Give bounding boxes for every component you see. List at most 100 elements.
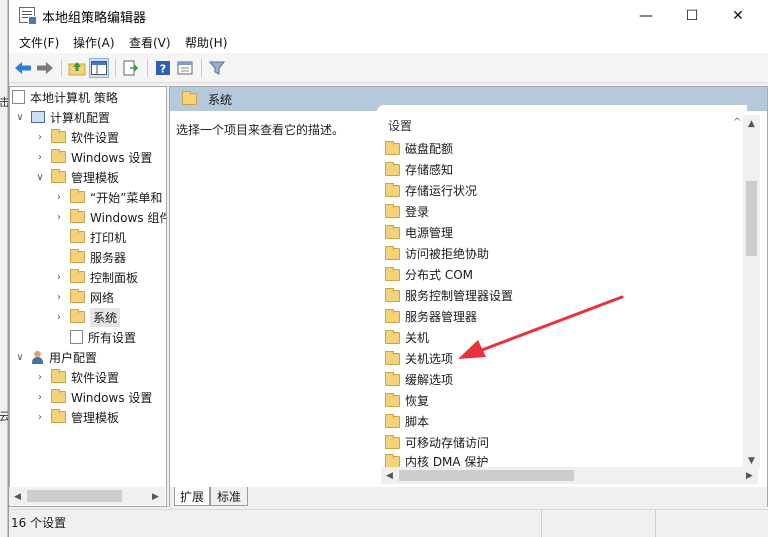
list-item[interactable]: 分布式 COM [385, 264, 473, 285]
list-item-label: 访问被拒绝协助 [405, 247, 490, 261]
scroll-right-icon[interactable]: ▶ [741, 467, 758, 484]
tree-item-label: 服务器 [90, 250, 127, 265]
toolbar-separator [147, 59, 148, 77]
tree-item-label: 用户配置 [49, 350, 98, 365]
scroll-right-icon[interactable]: ▶ [147, 488, 164, 505]
up-folder-icon[interactable] [67, 58, 87, 78]
chevron-right-icon[interactable]: › [34, 132, 46, 143]
help-icon[interactable]: ? [153, 58, 173, 78]
tab-standard[interactable]: 标准 [210, 487, 248, 506]
list-item[interactable]: 可移动存储访问 [385, 432, 489, 453]
list-vertical-scrollbar[interactable]: ▲ ▼ [743, 115, 760, 469]
chevron-right-icon[interactable]: › [53, 292, 65, 303]
list-item[interactable]: 脚本 [385, 411, 429, 432]
export-list-icon[interactable] [121, 58, 141, 78]
folder-icon [385, 161, 400, 176]
tree-item-printers[interactable]: 打印机 [53, 227, 126, 247]
status-divider [655, 510, 656, 537]
list-item[interactable]: 磁盘配额 [385, 138, 453, 159]
list-item[interactable]: 关机 [385, 327, 429, 348]
list-item-label: 可移动存储访问 [405, 436, 490, 450]
chevron-right-icon[interactable]: › [53, 192, 65, 203]
tree-item-network[interactable]: › 网络 [53, 287, 114, 307]
tab-extended[interactable]: 扩展 [174, 487, 210, 506]
menu-file[interactable]: 文件(F) [19, 34, 59, 51]
menu-view[interactable]: 查看(V) [129, 34, 171, 51]
column-header-setting[interactable]: 设置 [388, 117, 412, 134]
chevron-down-icon[interactable]: ∨ [14, 352, 26, 363]
folder-icon [385, 392, 400, 407]
chevron-right-icon[interactable]: › [34, 152, 46, 163]
scroll-left-icon[interactable]: ◀ [381, 467, 398, 484]
list-item[interactable]: 访问被拒绝协助 [385, 243, 489, 264]
background-window-edge: 击 云 [0, 0, 10, 537]
view-tabs: 扩展 标准 [170, 487, 767, 507]
list-item[interactable]: 内核 DMA 保护 [385, 453, 488, 467]
list-item[interactable]: 恢复 [385, 390, 429, 411]
tree-item-computer-config[interactable]: ∨ 计算机配置 [14, 107, 110, 127]
scrollbar-thumb[interactable] [746, 181, 757, 256]
folder-icon [51, 389, 66, 403]
folder-icon [51, 129, 66, 143]
scroll-up-icon[interactable]: ▲ [743, 115, 760, 132]
scrollbar-thumb[interactable] [27, 490, 122, 502]
title-bar[interactable]: 本地组策略编辑器 — ☐ ✕ [9, 0, 768, 31]
tree-item-windows-settings[interactable]: › Windows 设置 [34, 147, 152, 167]
menu-help[interactable]: 帮助(H) [185, 34, 227, 51]
folder-icon [51, 169, 66, 183]
tree-item-system[interactable]: › 系统 [53, 307, 121, 327]
list-item-label: 关机选项 [405, 352, 454, 366]
list-item[interactable]: 登录 [385, 201, 429, 222]
chevron-right-icon[interactable]: › [53, 212, 65, 223]
filter-icon[interactable] [207, 58, 227, 78]
tree-item-server[interactable]: 服务器 [53, 247, 126, 267]
list-item[interactable]: 缓解选项 [385, 369, 453, 390]
minimize-button[interactable]: — [623, 0, 669, 31]
tree-item-label: 打印机 [90, 230, 127, 245]
chevron-right-icon[interactable]: › [53, 272, 65, 283]
tree-horizontal-scrollbar[interactable]: ◀ ▶ [9, 487, 165, 505]
tree-item-control-panel[interactable]: › 控制面板 [53, 267, 138, 287]
forward-icon[interactable] [35, 58, 55, 78]
list-item-label: 缓解选项 [405, 373, 454, 387]
chevron-right-icon[interactable]: › [34, 392, 46, 403]
tree-item-user-admin-templates[interactable]: › 管理模板 [34, 407, 119, 427]
folder-icon [385, 245, 400, 260]
tree-item-all-settings[interactable]: 所有设置 [53, 327, 136, 347]
list-item[interactable]: 电源管理 [385, 222, 453, 243]
properties-icon[interactable] [175, 58, 195, 78]
scrollbar-thumb[interactable] [399, 470, 574, 481]
tree-item-local-computer-policy[interactable]: 本地计算机 策略 [12, 87, 118, 107]
tree-item-software-settings[interactable]: › 软件设置 [34, 127, 119, 147]
tree-item-start-menu[interactable]: › “开始”菜单和 [53, 187, 162, 207]
list-item[interactable]: 服务器管理器 [385, 306, 477, 327]
list-item[interactable]: 存储运行状况 [385, 180, 477, 201]
navigation-tree: 本地计算机 策略 ∨ 计算机配置 › 软件设置 › Windows 设置 ∨ 管… [9, 86, 167, 507]
tree-item-label: 计算机配置 [50, 110, 111, 125]
close-button[interactable]: ✕ [715, 0, 761, 31]
chevron-right-icon[interactable]: › [34, 372, 46, 383]
scroll-left-icon[interactable]: ◀ [9, 488, 26, 505]
tree-item-user-config[interactable]: ∨ 用户配置 [14, 347, 97, 367]
show-hide-tree-icon[interactable] [89, 58, 109, 78]
chevron-right-icon[interactable]: › [53, 312, 65, 323]
chevron-down-icon[interactable]: ∨ [34, 172, 46, 183]
chevron-right-icon[interactable]: › [34, 412, 46, 423]
maximize-button[interactable]: ☐ [669, 0, 715, 31]
tree-item-windows-components[interactable]: › Windows 组件 [53, 207, 166, 227]
list-item[interactable]: 存储感知 [385, 159, 453, 180]
menu-action[interactable]: 操作(A) [73, 34, 115, 51]
list-horizontal-scrollbar[interactable]: ◀ ▶ [381, 467, 758, 484]
tree-item-admin-templates[interactable]: ∨ 管理模板 [34, 167, 119, 187]
back-icon[interactable] [13, 58, 33, 78]
tree-item-label: 网络 [90, 290, 115, 305]
settings-list: 设置 ^ 磁盘配额 存储感知 存储运行状况 登录 电源管理 访问被拒绝协助 分布… [377, 105, 747, 483]
tree-item-label: Windows 设置 [71, 150, 153, 165]
chevron-down-icon[interactable]: ∨ [14, 112, 26, 123]
tree-item-user-software-settings[interactable]: › 软件设置 [34, 367, 119, 387]
sort-caret-icon: ^ [733, 117, 742, 128]
list-item[interactable]: 服务控制管理器设置 [385, 285, 513, 306]
list-item-shutdown-options[interactable]: 关机选项 [385, 348, 453, 369]
list-item-label: 关机 [405, 331, 430, 345]
tree-item-user-windows-settings[interactable]: › Windows 设置 [34, 387, 152, 407]
